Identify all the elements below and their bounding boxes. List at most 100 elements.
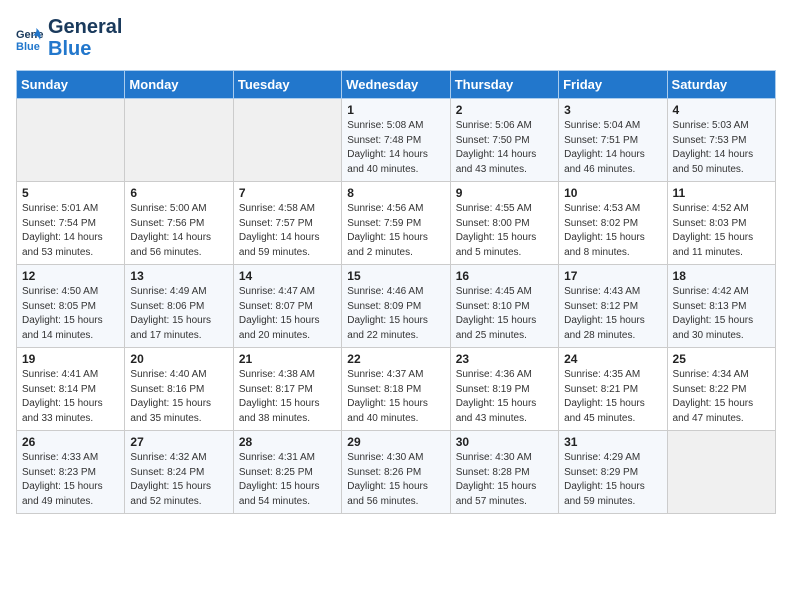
day-number: 4 xyxy=(673,103,770,117)
day-info: Sunrise: 4:50 AMSunset: 8:05 PMDaylight:… xyxy=(22,285,119,343)
day-info: Sunrise: 5:04 AMSunset: 7:51 PMDaylight:… xyxy=(564,119,661,177)
calendar-cell: 15 Sunrise: 4:46 AMSunset: 8:09 PMDayligh… xyxy=(342,265,450,348)
calendar-cell: 16Sunrise: 4:45 AMSunset: 8:10 PMDayligh… xyxy=(450,265,558,348)
calendar-cell: 12 Sunrise: 4:50 AMSunset: 8:05 PMDayligh… xyxy=(17,265,125,348)
day-number: 28 xyxy=(239,435,336,449)
day-number: 11 xyxy=(673,186,770,200)
day-info: Sunrise: 4:46 AMSunset: 8:09 PMDaylight:… xyxy=(347,285,444,343)
calendar-cell: 10 Sunrise: 4:53 AMSunset: 8:02 PMDayligh… xyxy=(559,182,667,265)
calendar-cell: 3Sunrise: 5:04 AMSunset: 7:51 PMDaylight… xyxy=(559,99,667,182)
day-info: Sunrise: 4:37 AMSunset: 8:18 PMDaylight:… xyxy=(347,368,444,426)
day-info: Sunrise: 4:34 AMSunset: 8:22 PMDaylight:… xyxy=(673,368,770,426)
day-number: 9 xyxy=(456,186,553,200)
day-info: Sunrise: 4:30 AMSunset: 8:28 PMDaylight:… xyxy=(456,451,553,509)
day-info: Sunrise: 4:42 AMSunset: 8:13 PMDaylight:… xyxy=(673,285,770,343)
day-number: 15 xyxy=(347,269,444,283)
day-number: 27 xyxy=(130,435,227,449)
day-info: Sunrise: 5:08 AMSunset: 7:48 PMDaylight:… xyxy=(347,119,444,177)
day-info: Sunrise: 4:53 AMSunset: 8:02 PMDaylight:… xyxy=(564,202,661,260)
calendar-header-friday: Friday xyxy=(559,71,667,99)
day-number: 10 xyxy=(564,186,661,200)
logo-text: General Blue xyxy=(48,16,122,60)
calendar-cell: 4 Sunrise: 5:03 AMSunset: 7:53 PMDaylight… xyxy=(667,99,775,182)
calendar-week-row: 19 Sunrise: 4:41 AMSunset: 8:14 PMDayligh… xyxy=(17,348,776,431)
day-info: Sunrise: 5:03 AMSunset: 7:53 PMDaylight:… xyxy=(673,119,770,177)
calendar-cell: 21 Sunrise: 4:38 AMSunset: 8:17 PMDayligh… xyxy=(233,348,341,431)
day-number: 20 xyxy=(130,352,227,366)
day-info: Sunrise: 5:06 AMSunset: 7:50 PMDaylight:… xyxy=(456,119,553,177)
day-number: 31 xyxy=(564,435,661,449)
day-info: Sunrise: 4:36 AMSunset: 8:19 PMDaylight:… xyxy=(456,368,553,426)
day-number: 25 xyxy=(673,352,770,366)
header: General Blue General Blue xyxy=(16,16,776,60)
day-number: 5 xyxy=(22,186,119,200)
calendar-cell xyxy=(667,431,775,514)
calendar-cell xyxy=(125,99,233,182)
day-info: Sunrise: 4:38 AMSunset: 8:17 PMDaylight:… xyxy=(239,368,336,426)
day-info: Sunrise: 4:29 AMSunset: 8:29 PMDaylight:… xyxy=(564,451,661,509)
calendar-cell: 29 Sunrise: 4:30 AMSunset: 8:26 PMDayligh… xyxy=(342,431,450,514)
calendar-cell: 13 Sunrise: 4:49 AMSunset: 8:06 PMDayligh… xyxy=(125,265,233,348)
day-number: 12 xyxy=(22,269,119,283)
day-number: 19 xyxy=(22,352,119,366)
calendar-week-row: 12 Sunrise: 4:50 AMSunset: 8:05 PMDayligh… xyxy=(17,265,776,348)
calendar-header-tuesday: Tuesday xyxy=(233,71,341,99)
calendar-header-wednesday: Wednesday xyxy=(342,71,450,99)
day-number: 7 xyxy=(239,186,336,200)
day-number: 22 xyxy=(347,352,444,366)
day-number: 6 xyxy=(130,186,227,200)
calendar-cell: 7 Sunrise: 4:58 AMSunset: 7:57 PMDaylight… xyxy=(233,182,341,265)
calendar-cell: 22 Sunrise: 4:37 AMSunset: 8:18 PMDayligh… xyxy=(342,348,450,431)
day-info: Sunrise: 4:56 AMSunset: 7:59 PMDaylight:… xyxy=(347,202,444,260)
day-info: Sunrise: 4:55 AMSunset: 8:00 PMDaylight:… xyxy=(456,202,553,260)
day-info: Sunrise: 4:45 AMSunset: 8:10 PMDaylight:… xyxy=(456,285,553,343)
day-info: Sunrise: 4:32 AMSunset: 8:24 PMDaylight:… xyxy=(130,451,227,509)
calendar-cell: 17 Sunrise: 4:43 AMSunset: 8:12 PMDayligh… xyxy=(559,265,667,348)
calendar-cell: 6 Sunrise: 5:00 AMSunset: 7:56 PMDaylight… xyxy=(125,182,233,265)
day-number: 18 xyxy=(673,269,770,283)
calendar-cell: 18 Sunrise: 4:42 AMSunset: 8:13 PMDayligh… xyxy=(667,265,775,348)
day-number: 13 xyxy=(130,269,227,283)
day-info: Sunrise: 5:01 AMSunset: 7:54 PMDaylight:… xyxy=(22,202,119,260)
day-number: 17 xyxy=(564,269,661,283)
calendar-cell: 20 Sunrise: 4:40 AMSunset: 8:16 PMDayligh… xyxy=(125,348,233,431)
day-number: 29 xyxy=(347,435,444,449)
day-info: Sunrise: 5:00 AMSunset: 7:56 PMDaylight:… xyxy=(130,202,227,260)
calendar-header-row: SundayMondayTuesdayWednesdayThursdayFrid… xyxy=(17,71,776,99)
calendar-cell: 25 Sunrise: 4:34 AMSunset: 8:22 PMDayligh… xyxy=(667,348,775,431)
day-info: Sunrise: 4:43 AMSunset: 8:12 PMDaylight:… xyxy=(564,285,661,343)
calendar-header-saturday: Saturday xyxy=(667,71,775,99)
day-number: 1 xyxy=(347,103,444,117)
calendar-cell: 5 Sunrise: 5:01 AMSunset: 7:54 PMDaylight… xyxy=(17,182,125,265)
calendar-cell: 26 Sunrise: 4:33 AMSunset: 8:23 PMDayligh… xyxy=(17,431,125,514)
calendar-cell: 8Sunrise: 4:56 AMSunset: 7:59 PMDaylight… xyxy=(342,182,450,265)
svg-text:Blue: Blue xyxy=(16,41,40,52)
day-number: 23 xyxy=(456,352,553,366)
logo-icon: General Blue xyxy=(16,24,44,52)
day-info: Sunrise: 4:35 AMSunset: 8:21 PMDaylight:… xyxy=(564,368,661,426)
calendar-cell: 14Sunrise: 4:47 AMSunset: 8:07 PMDayligh… xyxy=(233,265,341,348)
calendar-cell: 31 Sunrise: 4:29 AMSunset: 8:29 PMDayligh… xyxy=(559,431,667,514)
calendar-cell: 11Sunrise: 4:52 AMSunset: 8:03 PMDayligh… xyxy=(667,182,775,265)
calendar-cell: 27 Sunrise: 4:32 AMSunset: 8:24 PMDayligh… xyxy=(125,431,233,514)
day-info: Sunrise: 4:58 AMSunset: 7:57 PMDaylight:… xyxy=(239,202,336,260)
calendar-cell: 23 Sunrise: 4:36 AMSunset: 8:19 PMDayligh… xyxy=(450,348,558,431)
day-info: Sunrise: 4:30 AMSunset: 8:26 PMDaylight:… xyxy=(347,451,444,509)
day-number: 2 xyxy=(456,103,553,117)
calendar-cell xyxy=(233,99,341,182)
calendar-table: SundayMondayTuesdayWednesdayThursdayFrid… xyxy=(16,70,776,514)
calendar-week-row: 1 Sunrise: 5:08 AMSunset: 7:48 PMDaylight… xyxy=(17,99,776,182)
calendar-cell xyxy=(17,99,125,182)
day-number: 26 xyxy=(22,435,119,449)
day-number: 14 xyxy=(239,269,336,283)
day-info: Sunrise: 4:33 AMSunset: 8:23 PMDaylight:… xyxy=(22,451,119,509)
calendar-header-sunday: Sunday xyxy=(17,71,125,99)
day-info: Sunrise: 4:31 AMSunset: 8:25 PMDaylight:… xyxy=(239,451,336,509)
day-info: Sunrise: 4:41 AMSunset: 8:14 PMDaylight:… xyxy=(22,368,119,426)
calendar-cell: 19 Sunrise: 4:41 AMSunset: 8:14 PMDayligh… xyxy=(17,348,125,431)
day-number: 30 xyxy=(456,435,553,449)
calendar-header-thursday: Thursday xyxy=(450,71,558,99)
day-info: Sunrise: 4:49 AMSunset: 8:06 PMDaylight:… xyxy=(130,285,227,343)
day-info: Sunrise: 4:40 AMSunset: 8:16 PMDaylight:… xyxy=(130,368,227,426)
day-number: 21 xyxy=(239,352,336,366)
